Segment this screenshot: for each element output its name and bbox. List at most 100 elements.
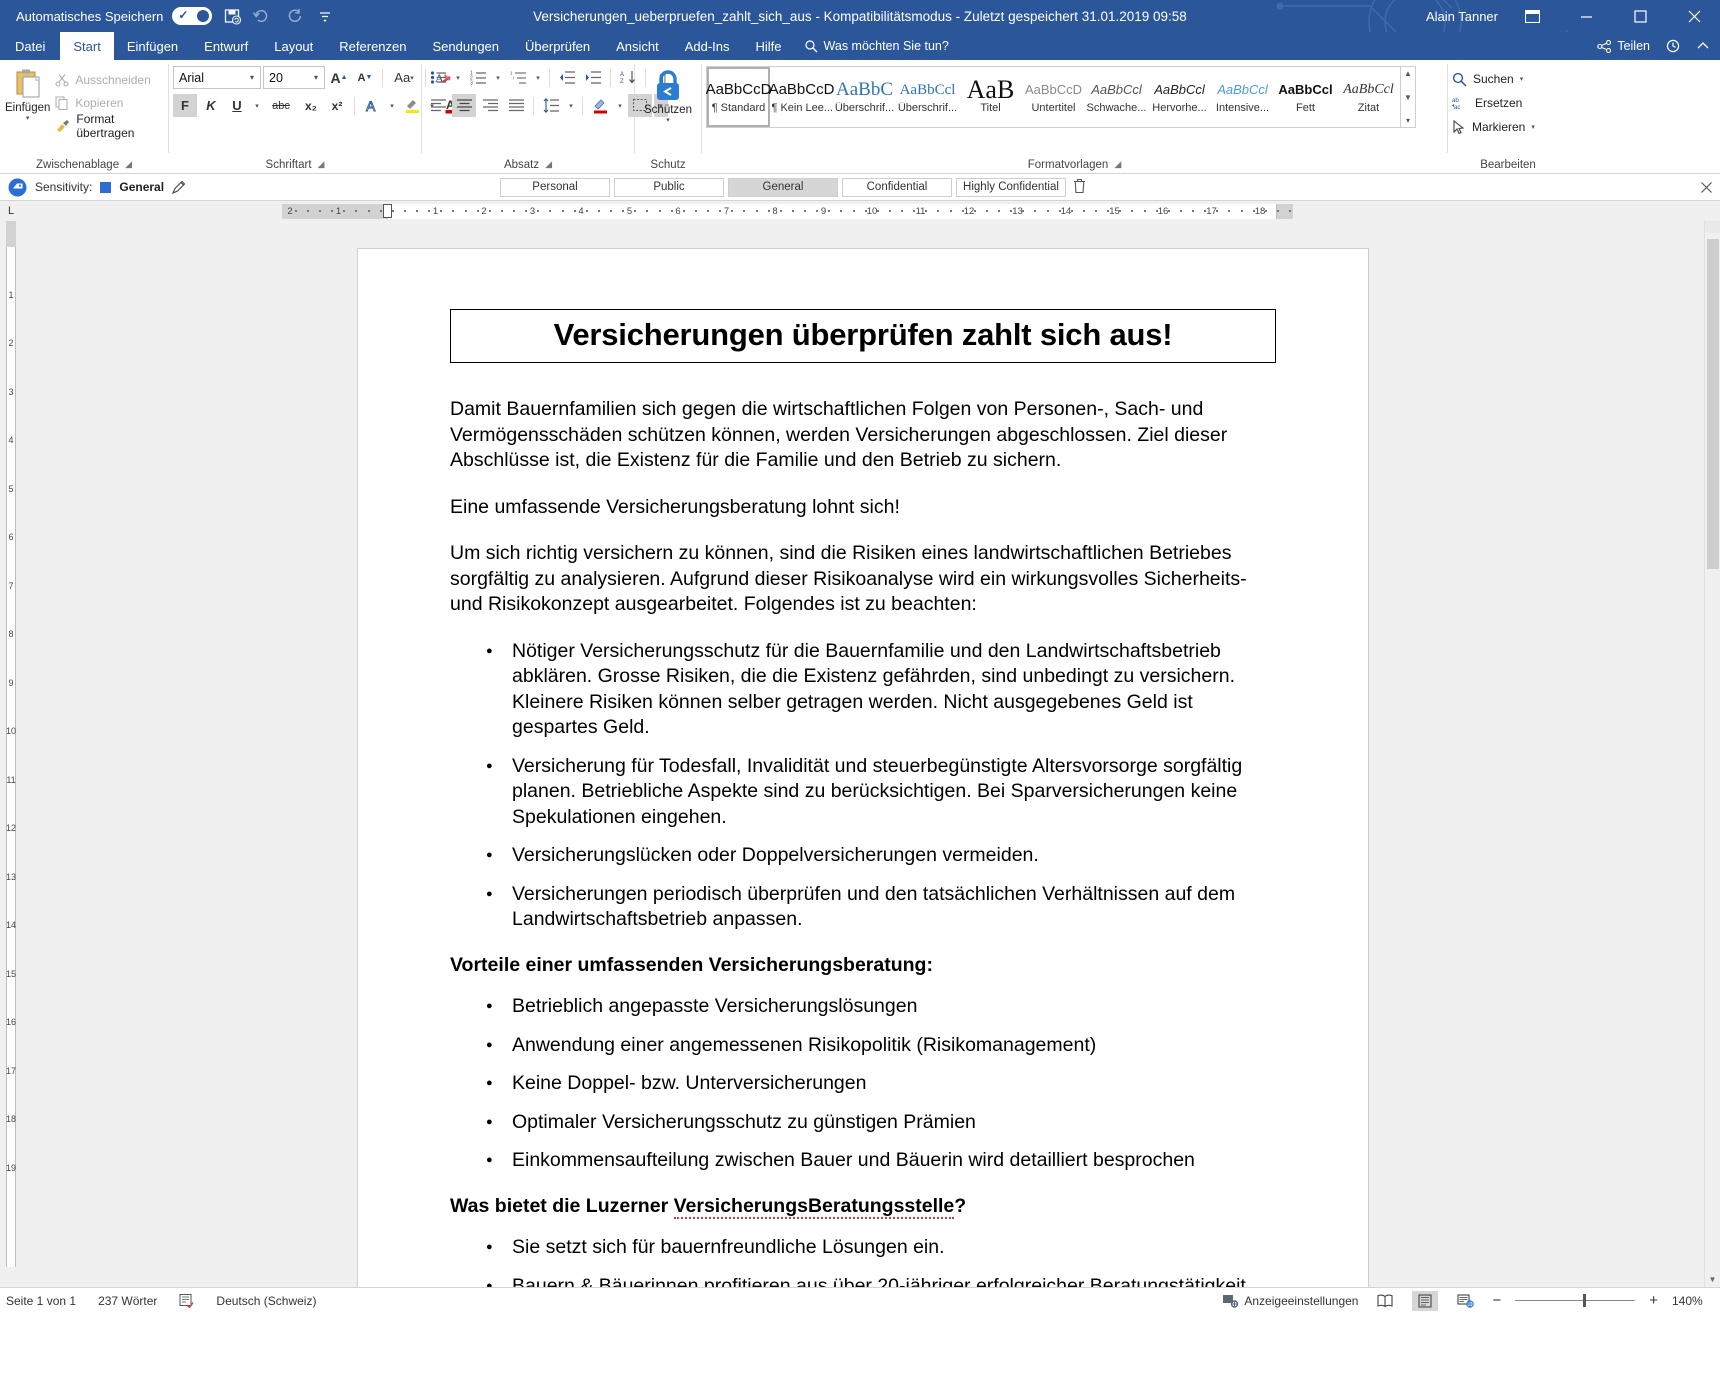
line-spacing-icon[interactable]	[539, 94, 563, 117]
style-titel[interactable]: AaB Titel	[959, 67, 1022, 127]
copy-button[interactable]: Kopieren	[51, 92, 164, 114]
zoom-slider-thumb[interactable]	[1583, 1294, 1587, 1307]
close-icon[interactable]	[1674, 0, 1714, 32]
tab-layout[interactable]: Layout	[261, 32, 326, 60]
scrollbar-thumb[interactable]	[1707, 239, 1719, 569]
split-window-handle[interactable]	[1705, 221, 1720, 233]
align-center-icon[interactable]	[452, 94, 476, 117]
tab-referenzen[interactable]: Referenzen	[326, 32, 419, 60]
strikethrough-button[interactable]: abc	[265, 94, 297, 117]
style-zitat[interactable]: AaBbCcl Zitat	[1337, 67, 1400, 127]
styles-gallery[interactable]: AaBbCcD ¶ Standard AaBbCcD ¶ Kein Lee...…	[706, 66, 1416, 128]
scroll-down-icon[interactable]: ▼	[1404, 93, 1412, 102]
shrink-font-icon[interactable]: A ▼	[353, 66, 377, 89]
font-name-combo[interactable]: Arial ▾	[173, 66, 261, 89]
tab-add-ins[interactable]: Add-Ins	[672, 32, 743, 60]
redo-icon[interactable]	[283, 5, 305, 27]
style-ueberschrift-2[interactable]: AaBbCcl Überschrif...	[896, 67, 959, 127]
style-schwache-hervorhebung[interactable]: AaBbCcl Schwache...	[1085, 67, 1148, 127]
trash-icon[interactable]	[1072, 178, 1087, 197]
bold-button[interactable]: F	[173, 94, 197, 117]
cut-button[interactable]: Ausschneiden	[51, 69, 164, 91]
align-left-icon[interactable]	[426, 94, 450, 117]
style-kein-leerraum[interactable]: AaBbCcD ¶ Kein Lee...	[769, 67, 835, 127]
document-page[interactable]: Versicherungen überprüfen zahlt sich aus…	[358, 249, 1368, 1287]
replace-button[interactable]: ab ac Ersetzen	[1452, 92, 1535, 114]
shading-dropdown[interactable]: ▾	[614, 94, 626, 117]
chevron-down-icon[interactable]: ▾	[666, 116, 670, 124]
zoom-slider[interactable]	[1515, 1294, 1636, 1307]
scroll-up-icon[interactable]: ▲	[1404, 69, 1412, 78]
superscript-button[interactable]: x²	[325, 94, 349, 117]
protect-button[interactable]: Schützen ▾	[639, 66, 697, 124]
grow-font-icon[interactable]: A ▲	[327, 66, 351, 89]
tab-start[interactable]: Start	[60, 32, 114, 60]
multilevel-dropdown[interactable]: ▾	[532, 66, 544, 89]
select-button[interactable]: Markieren ▾	[1452, 116, 1535, 138]
tab-entwurf[interactable]: Entwurf	[191, 32, 261, 60]
scroll-down-icon[interactable]: ▼	[1709, 1271, 1717, 1287]
increase-indent-icon[interactable]	[581, 66, 605, 89]
sensitivity-option-general[interactable]: General	[728, 177, 838, 197]
restore-icon[interactable]	[1620, 0, 1660, 32]
zoom-level[interactable]: 140%	[1672, 1294, 1714, 1308]
indent-marker[interactable]	[383, 203, 392, 218]
collapse-ribbon-icon[interactable]	[1696, 41, 1710, 51]
autosave-toggle[interactable]: ✓	[172, 7, 213, 25]
tab-ansicht[interactable]: Ansicht	[603, 32, 672, 60]
tab-hilfe[interactable]: Hilfe	[743, 32, 795, 60]
read-mode-view-button[interactable]	[1372, 1291, 1398, 1311]
bullets-dropdown[interactable]: ▾	[452, 66, 464, 89]
tab-ueberpruefen[interactable]: Überprüfen	[512, 32, 603, 60]
multilevel-list-icon[interactable]: 1i	[506, 66, 530, 89]
word-count[interactable]: 237 Wörter	[98, 1294, 157, 1308]
pencil-icon[interactable]	[172, 180, 186, 194]
sensitivity-option-highly-confidential[interactable]: Highly Confidential	[956, 177, 1066, 197]
numbering-icon[interactable]: 123	[466, 66, 490, 89]
print-layout-view-button[interactable]	[1412, 1290, 1439, 1311]
tab-einfuegen[interactable]: Einfügen	[114, 32, 191, 60]
sensitivity-option-personal[interactable]: Personal	[500, 177, 610, 197]
style-ueberschrift-1[interactable]: AaBbC Überschrif...	[833, 67, 896, 127]
decrease-indent-icon[interactable]	[555, 66, 579, 89]
chevron-down-icon[interactable]: ▾	[1520, 75, 1524, 83]
align-right-icon[interactable]	[478, 94, 502, 117]
chevron-down-icon[interactable]: ▾	[1531, 123, 1535, 131]
style-intensive-hervorhebung[interactable]: AaBbCcl Intensive...	[1211, 67, 1274, 127]
version-history-icon[interactable]	[1666, 39, 1680, 53]
proofing-errors-icon[interactable]	[179, 1293, 194, 1308]
tab-datei[interactable]: Datei	[0, 32, 60, 60]
chevron-down-icon[interactable]: ▾	[246, 73, 258, 82]
style-untertitel[interactable]: AaBbCcD Untertitel	[1022, 67, 1085, 127]
document-scroll-region[interactable]: Versicherungen überprüfen zahlt sich aus…	[22, 221, 1704, 1287]
font-size-combo[interactable]: 20 ▾	[263, 66, 325, 89]
find-button[interactable]: Suchen ▾	[1452, 68, 1535, 90]
shading-icon[interactable]	[588, 94, 612, 117]
display-settings-button[interactable]: Anzeigeeinstellungen	[1222, 1293, 1358, 1308]
text-effects-dropdown[interactable]: ▾	[386, 94, 398, 117]
paste-button[interactable]: Einfügen ▾	[4, 66, 51, 122]
chevron-down-icon[interactable]: ▾	[310, 73, 322, 82]
zoom-out-button[interactable]: −	[1492, 1292, 1501, 1309]
text-effects-icon[interactable]: A	[360, 94, 384, 117]
save-icon[interactable]	[221, 5, 243, 27]
language-indicator[interactable]: Deutsch (Schweiz)	[216, 1294, 316, 1308]
tab-sendungen[interactable]: Sendungen	[420, 32, 513, 60]
bullets-icon[interactable]	[426, 66, 450, 89]
sensitivity-option-confidential[interactable]: Confidential	[842, 177, 952, 197]
zoom-in-button[interactable]: +	[1649, 1292, 1658, 1309]
ribbon-display-options-icon[interactable]	[1512, 0, 1552, 32]
numbering-dropdown[interactable]: ▾	[492, 66, 504, 89]
styles-gallery-scrollbar[interactable]: ▲ ▼ ▾	[1400, 67, 1415, 127]
format-painter-button[interactable]: Format übertragen	[51, 112, 164, 140]
style-hervorhebung[interactable]: AaBbCcl Hervorhe...	[1148, 67, 1211, 127]
justify-icon[interactable]	[504, 94, 528, 117]
change-case-icon[interactable]: Aa ▾	[388, 66, 420, 89]
underline-button[interactable]: U	[225, 94, 249, 117]
tell-me-search[interactable]: Was möchten Sie tun?	[795, 32, 959, 60]
italic-button[interactable]: K	[199, 94, 223, 117]
horizontal-ruler[interactable]: 2 1 1 2 3 4 5 6 7 8 9 10 11 12 13 14 15 16 17 18	[22, 203, 1700, 219]
vertical-scrollbar[interactable]: ▲ ▼	[1704, 221, 1720, 1287]
chevron-down-icon[interactable]: ▾	[26, 114, 30, 122]
dialog-launcher-paragraph[interactable]: ◢	[545, 159, 552, 170]
